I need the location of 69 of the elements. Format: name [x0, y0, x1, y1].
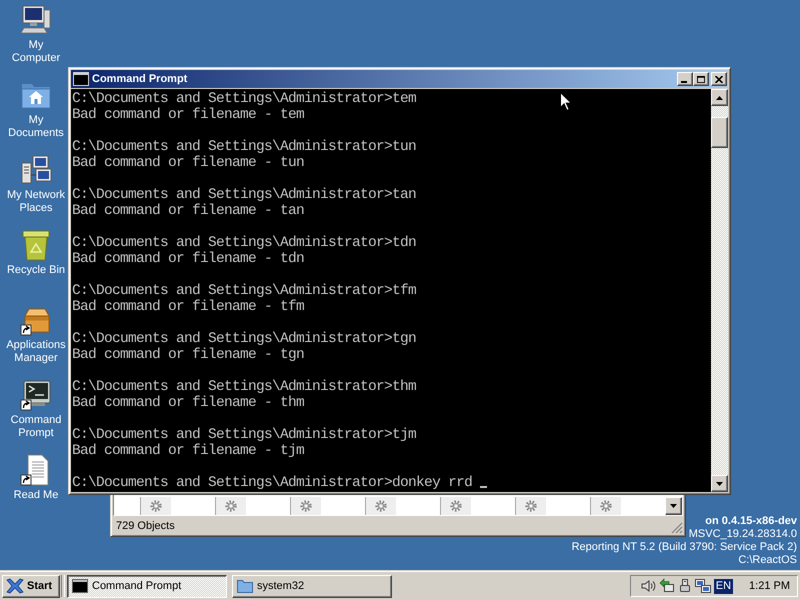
status-text: 729 Objects [116, 520, 175, 532]
scroll-up-button[interactable] [711, 89, 728, 106]
prompt-line: C:\Documents and Settings\Administrator>tun [72, 139, 416, 155]
window-title: Command Prompt [92, 73, 188, 85]
mouse-pointer-icon [560, 92, 572, 111]
desktop-icon-label[interactable]: My Network Places [5, 189, 67, 215]
resize-grip-icon[interactable] [671, 522, 683, 534]
gear-icon[interactable] [299, 499, 313, 513]
error-message: Bad command or filename - tjm [72, 443, 304, 459]
prompt-line: C:\Documents and Settings\Administrator>tan [72, 187, 416, 203]
gear-icon[interactable] [524, 499, 538, 513]
scroll-down-button[interactable] [665, 497, 682, 515]
gear-icon[interactable] [224, 499, 238, 513]
prompt-line: C:\Documents and Settings\Administrator>tfm [72, 283, 416, 299]
version-text: Reporting NT 5.2 (Build 3790: Service Pack 2) [572, 541, 797, 554]
gear-icon[interactable] [449, 499, 463, 513]
error-message: Bad command or filename - tgn [72, 347, 304, 363]
taskbar-button[interactable]: Command Prompt [67, 574, 227, 598]
version-text: on 0.4.15-x86-dev [705, 515, 797, 528]
close-button[interactable] [711, 72, 727, 86]
start-logo-icon [6, 578, 24, 594]
network-computers-icon[interactable] [20, 154, 52, 186]
language-indicator[interactable]: EN [714, 578, 734, 594]
error-message: Bad command or filename - tfm [72, 299, 304, 315]
prompt-line: C:\Documents and Settings\Administrator>thm [72, 379, 416, 395]
gear-icon[interactable] [599, 499, 613, 513]
console-window-icon [72, 578, 88, 594]
prompt-line: C:\Documents and Settings\Administrator>tem [72, 91, 416, 107]
version-text: C:\ReactOS [738, 554, 797, 567]
prompt-line: C:\Documents and Settings\Administrator>tgn [72, 331, 416, 347]
error-message: Bad command or filename - tem [72, 107, 304, 123]
taskbar-button[interactable]: system32 [232, 574, 392, 598]
recycle-bin-icon[interactable] [20, 229, 52, 261]
scrollbar-track[interactable] [711, 89, 728, 492]
desktop-icon-label[interactable]: Applications Manager [5, 339, 67, 365]
desktop-icon-label[interactable]: Read Me [14, 489, 58, 502]
down-arrow-icon [670, 504, 677, 508]
speaker-icon[interactable] [640, 578, 657, 594]
down-arrow-icon [716, 482, 723, 486]
desktop-icon-label[interactable]: My Documents [5, 114, 67, 140]
network-transfer-icon[interactable] [658, 578, 675, 594]
error-message: Bad command or filename - thm [72, 395, 304, 411]
prompt-line: C:\Documents and Settings\Administrator>tjm [72, 427, 416, 443]
minimize-button[interactable] [677, 72, 693, 86]
title-bar[interactable]: Command Prompt [71, 70, 728, 88]
prompt-line: C:\Documents and Settings\Administrator>donkey rrd [72, 475, 472, 491]
prompt-line: C:\Documents and Settings\Administrator>tdn [72, 235, 416, 251]
desktop-icon-label[interactable]: My Computer [5, 39, 67, 65]
desktop-icon-label[interactable]: Command Prompt [5, 414, 67, 440]
version-text: MSVC_19.24.28314.0 [688, 528, 797, 541]
up-arrow-icon [716, 96, 723, 100]
maximize-icon [697, 76, 705, 82]
computer-icon[interactable] [20, 4, 52, 36]
gear-icon[interactable] [374, 499, 388, 513]
folder-icon [237, 578, 253, 594]
error-message: Bad command or filename - tun [72, 155, 304, 171]
maximize-button[interactable] [693, 72, 709, 86]
desktop-icon-label[interactable]: Recycle Bin [6, 264, 66, 277]
start-button[interactable]: Start [2, 574, 60, 598]
scrollbar-thumb[interactable] [711, 117, 728, 148]
error-message: Bad command or filename - tdn [72, 251, 304, 267]
scroll-down-button[interactable] [711, 475, 728, 492]
gear-icon[interactable] [149, 499, 163, 513]
terminal-icon[interactable] [20, 379, 52, 411]
network-monitors-icon[interactable] [694, 578, 711, 594]
close-icon [715, 76, 723, 82]
error-message: Bad command or filename - tan [72, 203, 304, 219]
clock[interactable]: 1:21 PM [749, 580, 790, 592]
console-window-icon [73, 71, 89, 87]
